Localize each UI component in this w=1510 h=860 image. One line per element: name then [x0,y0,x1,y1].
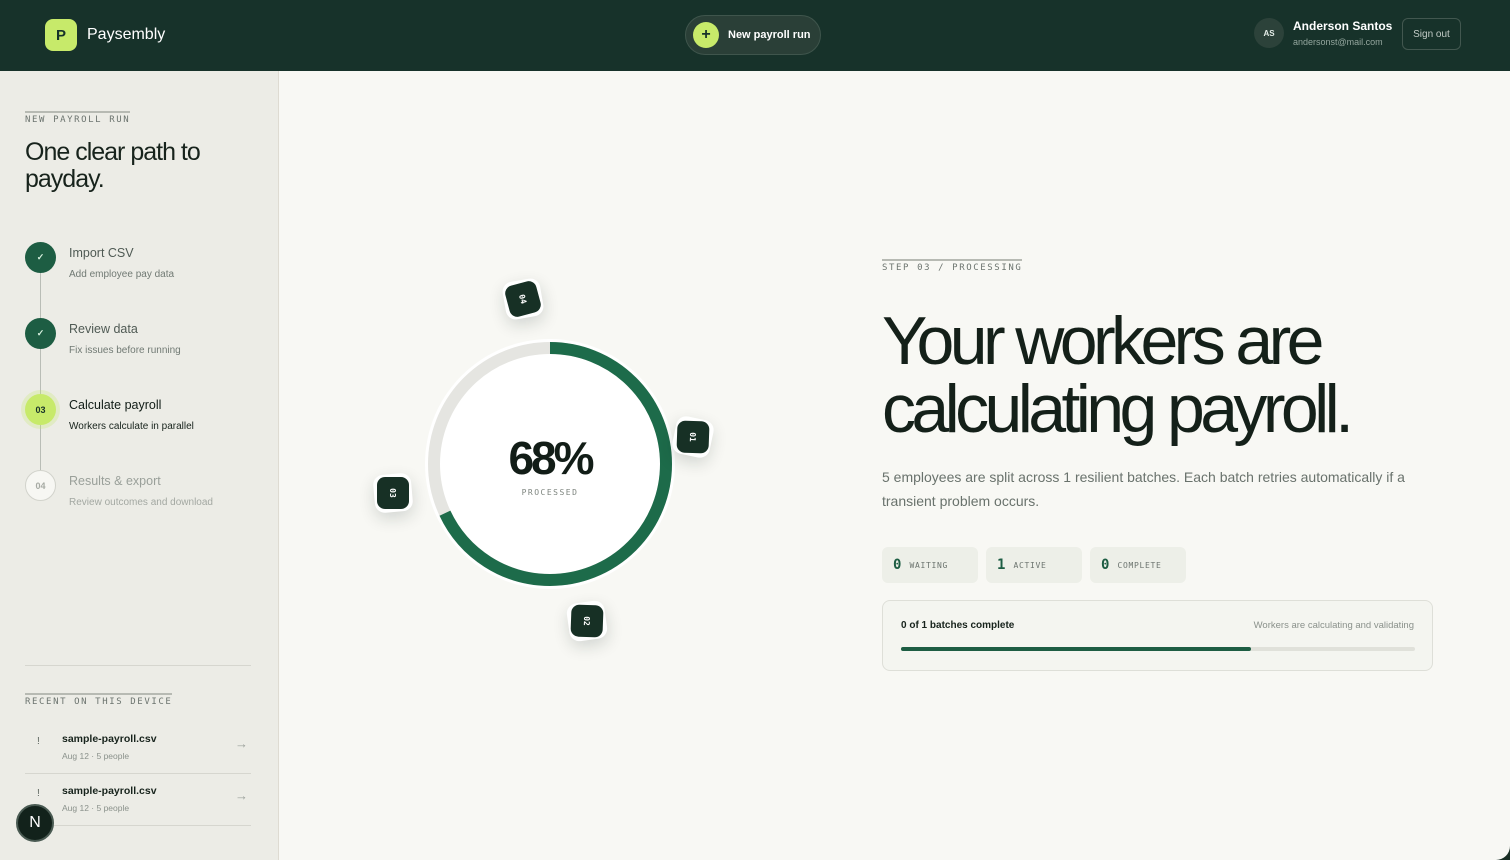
warning-icon: ! [37,736,40,747]
worker-id: 01 [676,420,710,454]
headline-line: Your workers are [882,303,1325,379]
step-subtitle: Fix issues before running [69,345,181,356]
n-badge-icon[interactable]: N [16,804,54,842]
step-title: Review data [69,322,138,336]
step-review-data[interactable]: ✓ Review data Fix issues before running [25,318,265,378]
stat-label: COMPLETE [1117,560,1162,570]
main-content: 68% PROCESSED 01 02 03 04 STEP 03 / PROC… [279,71,1510,860]
recent-file-name: sample-payroll.csv [62,733,157,745]
avatar: AS [1254,18,1284,48]
step-eyebrow: STEP 03 / PROCESSING [882,259,1023,273]
batch-progress-card: 0 of 1 batches complete Workers are calc… [882,600,1433,671]
sidebar: NEW PAYROLL RUN One clear path to payday… [0,71,279,860]
arrow-right-icon: → [235,788,248,803]
new-payroll-run-label: New payroll run [728,29,811,41]
brand[interactable]: P Paysembly [45,19,165,51]
ring-percentage: 68% [508,432,594,484]
step-title: Calculate payroll [69,398,162,412]
worker-id: 04 [503,279,543,319]
headline: Your workers are calculating payroll. [882,307,1442,443]
worker-chip: 04 [500,276,546,322]
user-info: Anderson Santos andersonst@mail.com [1293,17,1392,49]
worker-id: 03 [377,477,409,509]
recent-file-name: sample-payroll.csv [62,785,157,797]
progress-ring [425,339,675,589]
user-email: andersonst@mail.com [1293,37,1383,47]
stat-label: WAITING [909,560,949,570]
sidebar-eyebrow: NEW PAYROLL RUN [25,111,131,125]
step-calculate-payroll[interactable]: 03 Calculate payroll Workers calculate i… [25,394,265,454]
progress-bar-fill [901,647,1251,651]
recent-file-meta: Aug 12 · 5 people [62,751,130,761]
recent-eyebrow: RECENT ON THIS DEVICE [25,693,173,707]
processing-panel: STEP 03 / PROCESSING Your workers are ca… [882,257,1442,671]
sidebar-divider [25,665,251,666]
worker-chip: 03 [372,472,414,514]
step-number: 03 [25,394,56,425]
new-payroll-run-button[interactable]: + New payroll run [685,15,821,55]
recent-file-meta: Aug 12 · 5 people [62,803,130,813]
check-icon: ✓ [25,242,56,273]
plus-icon: + [693,22,719,48]
sidebar-title: One clear path to payday. [25,138,201,193]
headline-line: calculating payroll. [882,371,1354,447]
stat-label: ACTIVE [1013,560,1047,570]
sign-out-button[interactable]: Sign out [1402,18,1461,50]
stat-active: 1 ACTIVE [986,547,1082,583]
progress-bar [901,647,1415,651]
user-menu[interactable]: AS Anderson Santos andersonst@mail.com [1254,17,1392,49]
step-subtitle: Workers calculate in parallel [69,421,194,432]
batch-progress-label: 0 of 1 batches complete [901,620,1015,631]
stat-value: 1 [997,557,1006,573]
warning-icon: ! [37,788,40,799]
description: 5 employees are split across 1 resilient… [882,469,1405,509]
step-subtitle: Review outcomes and download [69,497,213,508]
step-title: Import CSV [69,246,134,260]
stat-waiting: 0 WAITING [882,547,978,583]
top-bar: P Paysembly + New payroll run AS Anderso… [0,0,1510,71]
step-results-export[interactable]: 04 Results & export Review outcomes and … [25,470,265,530]
recent-file-item[interactable]: ! sample-payroll.csv Aug 12 · 5 people → [25,722,251,774]
step-subtitle: Add employee pay data [69,269,175,280]
stat-complete: 0 COMPLETE [1090,547,1186,583]
worker-id: 02 [570,604,604,638]
step-number: 04 [25,470,56,501]
brand-logo: P [45,19,77,51]
stat-value: 0 [1101,557,1110,573]
step-title: Results & export [69,474,161,488]
recent-file-item[interactable]: ! sample-payroll.csv Aug 12 · 5 people → [25,774,251,826]
user-name: Anderson Santos [1293,19,1393,33]
batch-stats: 0 WAITING 1 ACTIVE 0 COMPLETE [882,547,1442,583]
brand-name: Paysembly [87,26,166,43]
ring-label: PROCESSED [521,488,579,497]
arrow-right-icon: → [235,736,248,751]
step-import-csv[interactable]: ✓ Import CSV Add employee pay data [25,242,265,302]
stat-value: 0 [893,557,902,573]
worker-chip: 02 [565,599,609,643]
check-icon: ✓ [25,318,56,349]
batch-progress-status: Workers are calculating and validating [1253,620,1414,631]
